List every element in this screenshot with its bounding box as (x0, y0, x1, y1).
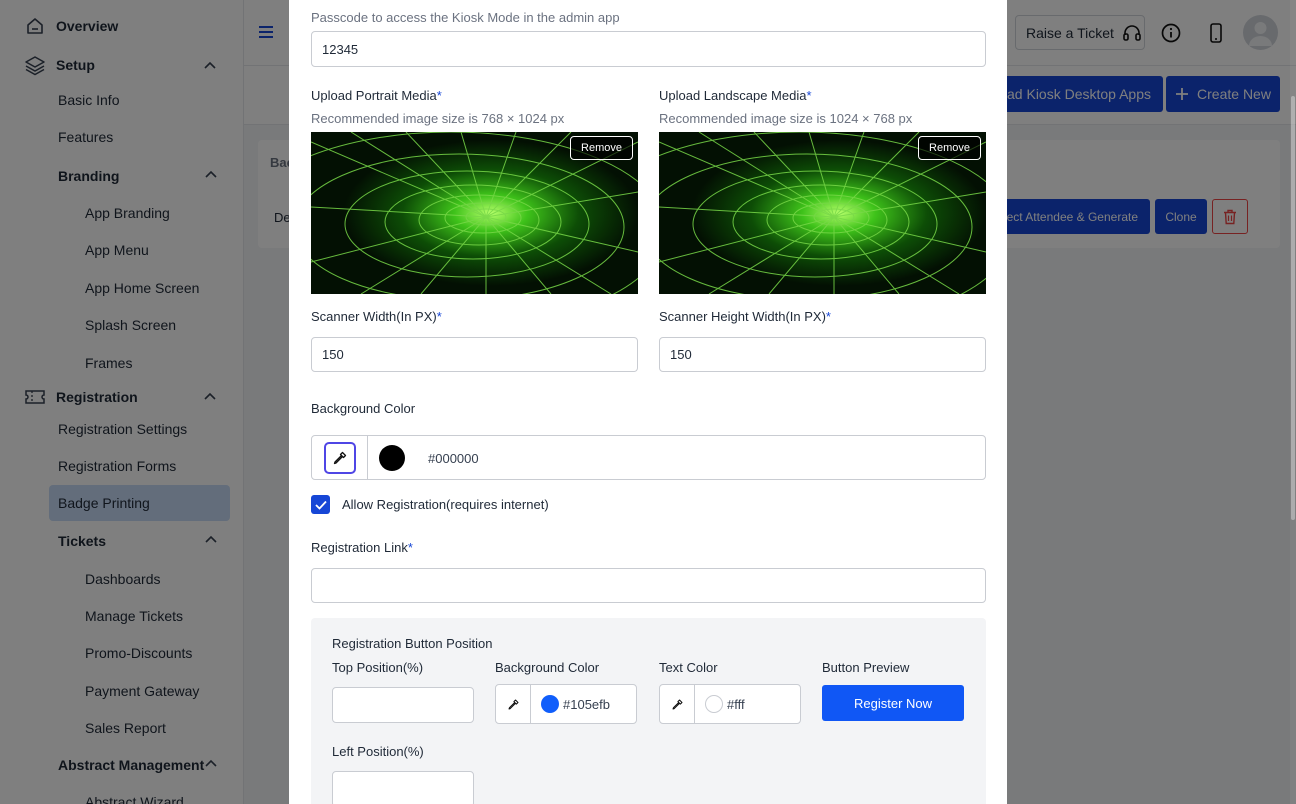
scanner-width-input[interactable]: 150 (311, 337, 638, 372)
portrait-media-preview: Remove (311, 132, 638, 294)
landscape-media-label-text: Upload Landscape Media (659, 88, 807, 103)
scanner-height-label: Scanner Height Width(In PX)* (659, 309, 831, 324)
registration-link-input[interactable] (311, 568, 986, 603)
top-position-input[interactable] (332, 687, 474, 723)
scanner-width-label: Scanner Width(In PX)* (311, 309, 442, 324)
eyedropper-icon (333, 451, 346, 464)
button-bg-color-value[interactable]: #105efb (563, 697, 610, 712)
required-mark: * (436, 88, 442, 103)
registration-link-label: Registration Link* (311, 540, 413, 555)
required-mark: * (436, 309, 442, 324)
passcode-value: 12345 (322, 41, 359, 57)
portrait-media-hint: Recommended image size is 768 × 1024 px (311, 111, 565, 126)
left-position-label: Left Position(%) (332, 744, 424, 759)
top-position-label: Top Position(%) (332, 660, 424, 675)
remove-portrait-button[interactable]: Remove (570, 136, 633, 160)
text-color-label: Text Color (659, 660, 718, 675)
button-preview-label: Button Preview (822, 660, 910, 675)
scanner-height-input[interactable]: 150 (659, 337, 986, 372)
registration-button-position-panel: Registration Button Position Top Positio… (311, 618, 986, 804)
eyedropper-icon (508, 699, 518, 709)
left-position-input[interactable] (332, 771, 474, 804)
scanner-width-value: 150 (322, 347, 344, 362)
scanner-width-label-text: Scanner Width(In PX) (311, 309, 437, 324)
portrait-media-label-text: Upload Portrait Media (311, 88, 437, 103)
color-picker-button[interactable] (312, 436, 368, 479)
background-color-field: #000000 (311, 435, 986, 480)
text-color-field: #fff (659, 684, 801, 724)
landscape-media-hint: Recommended image size is 1024 × 768 px (659, 111, 913, 126)
remove-landscape-button[interactable]: Remove (918, 136, 981, 160)
allow-registration-label: Allow Registration(requires internet) (342, 497, 549, 512)
passcode-hint: Passcode to access the Kiosk Mode in the… (311, 10, 620, 25)
landscape-media-preview: Remove (659, 132, 986, 294)
passcode-input[interactable]: 12345 (311, 31, 986, 67)
required-mark: * (407, 540, 413, 555)
remove-label: Remove (929, 142, 970, 154)
color-swatch (379, 445, 405, 471)
panel-title: Registration Button Position (332, 636, 493, 651)
text-color-value[interactable]: #fff (727, 697, 745, 712)
landscape-media-label: Upload Landscape Media* (659, 88, 812, 103)
portrait-media-label: Upload Portrait Media* (311, 88, 442, 103)
scanner-height-label-text: Scanner Height Width(In PX) (659, 309, 826, 324)
remove-label: Remove (581, 142, 622, 154)
register-now-label: Register Now (853, 695, 933, 711)
kiosk-settings-modal: Passcode to access the Kiosk Mode in the… (289, 0, 1007, 804)
button-bg-color-field: #105efb (495, 684, 637, 724)
registration-link-label-text: Registration Link (311, 540, 408, 555)
color-swatch (705, 695, 723, 713)
background-color-label: Background Color (311, 401, 416, 416)
button-bg-color-label: Background Color (495, 660, 600, 675)
scanner-height-value: 150 (670, 347, 692, 362)
required-mark: * (825, 309, 831, 324)
background-color-value[interactable]: #000000 (428, 451, 479, 466)
color-swatch (541, 695, 559, 713)
color-picker-button[interactable] (660, 685, 695, 723)
required-mark: * (806, 88, 812, 103)
register-now-preview-button[interactable]: Register Now (822, 685, 964, 721)
color-picker-button[interactable] (496, 685, 531, 723)
page-scrollbar-thumb[interactable] (1291, 96, 1295, 520)
eyedropper-icon (672, 699, 682, 709)
checkmark-icon (314, 500, 327, 510)
allow-registration-checkbox[interactable] (311, 495, 330, 514)
